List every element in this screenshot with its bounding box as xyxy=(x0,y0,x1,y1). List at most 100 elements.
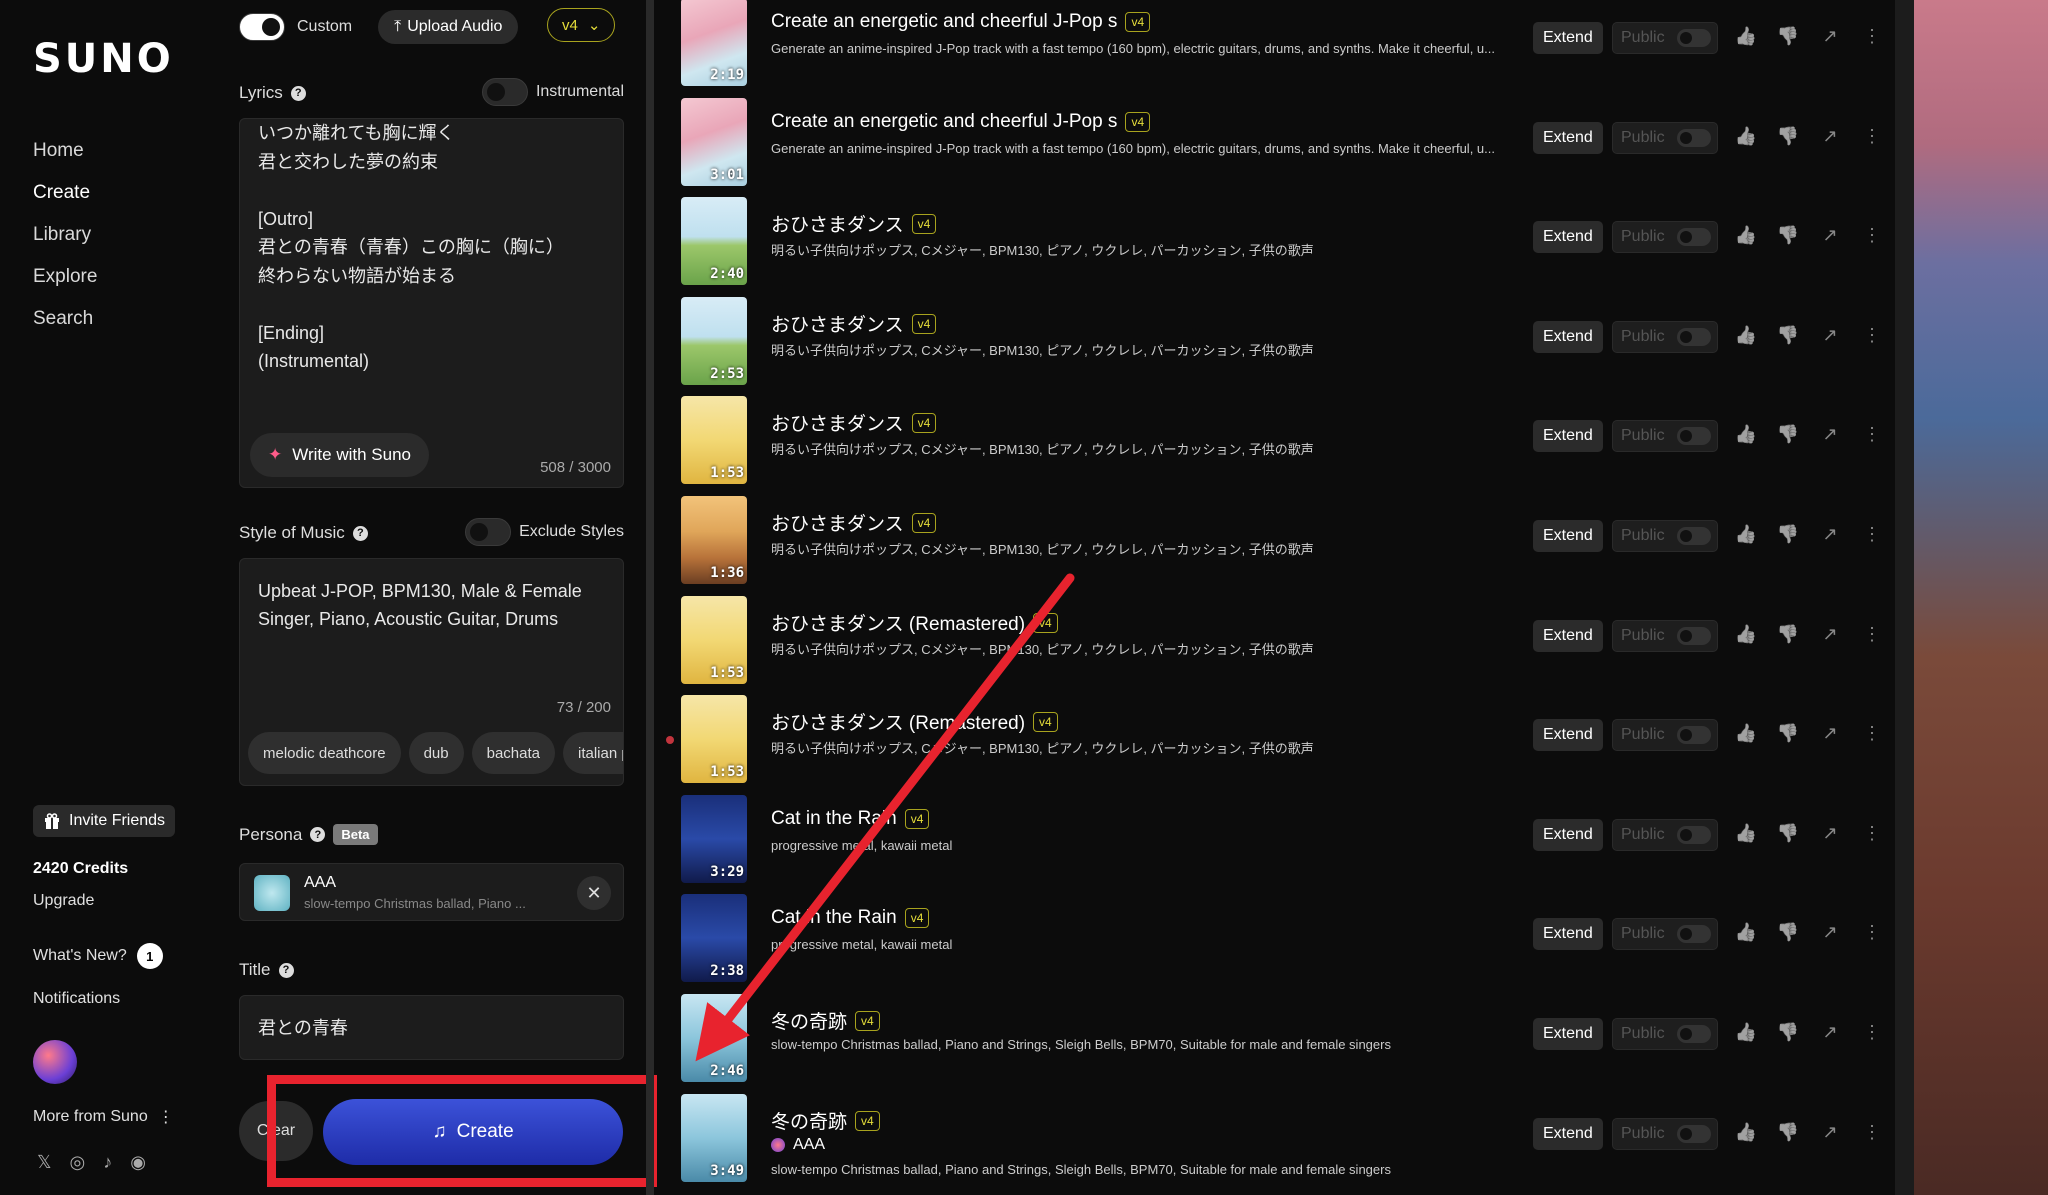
extend-button[interactable]: Extend xyxy=(1533,22,1603,54)
song-title[interactable]: Create an energetic and cheerful J-Pop s… xyxy=(771,111,1151,133)
upload-audio-button[interactable]: ⤒ Upload Audio xyxy=(378,10,519,44)
user-avatar[interactable] xyxy=(33,1040,77,1084)
dislike-icon[interactable]: 👎 xyxy=(1776,624,1800,645)
song-thumbnail[interactable]: 3:49 xyxy=(681,1094,747,1182)
write-with-suno-button[interactable]: ✦ Write with Suno xyxy=(250,433,429,477)
share-icon[interactable]: ↗ xyxy=(1818,424,1842,445)
public-toggle[interactable]: Public xyxy=(1612,1018,1718,1050)
public-toggle[interactable]: Public xyxy=(1612,620,1718,652)
public-switch[interactable] xyxy=(1676,627,1711,645)
extend-button[interactable]: Extend xyxy=(1533,122,1603,154)
song-row[interactable]: 3:29 Cat in the Rain v4 progressive metal, … xyxy=(680,793,1895,885)
like-icon[interactable]: 👍 xyxy=(1734,524,1758,545)
like-icon[interactable]: 👍 xyxy=(1734,225,1758,246)
style-text[interactable]: Upbeat J-POP, BPM130, Male & Female Sing… xyxy=(258,577,598,633)
like-icon[interactable]: 👍 xyxy=(1734,823,1758,844)
panel-divider[interactable] xyxy=(646,0,654,1195)
share-icon[interactable]: ↗ xyxy=(1818,325,1842,346)
song-thumbnail[interactable]: 3:29 xyxy=(681,795,747,883)
nav-search[interactable]: Search xyxy=(33,304,97,346)
song-title[interactable]: おひさまダンス v4 xyxy=(771,409,937,436)
dislike-icon[interactable]: 👎 xyxy=(1776,823,1800,844)
song-thumbnail[interactable]: 1:53 xyxy=(681,396,747,484)
song-thumbnail[interactable]: 2:40 xyxy=(681,197,747,285)
share-icon[interactable]: ↗ xyxy=(1818,723,1842,744)
more-vertical-icon[interactable]: ⋮ xyxy=(1860,524,1884,545)
dislike-icon[interactable]: 👎 xyxy=(1776,26,1800,47)
song-row[interactable]: 3:49 冬の奇跡 v4 AAA slow-tempo Christmas ballad… xyxy=(680,1092,1895,1184)
instagram-icon[interactable]: ◎ xyxy=(70,1152,86,1173)
persona-selector[interactable]: AAA slow-tempo Christmas ballad, Piano .… xyxy=(239,863,624,921)
nav-create[interactable]: Create xyxy=(33,178,97,220)
song-title[interactable]: おひさまダンス (Remastered) v4 xyxy=(771,708,1058,735)
like-icon[interactable]: 👍 xyxy=(1734,424,1758,445)
extend-button[interactable]: Extend xyxy=(1533,221,1603,253)
public-toggle[interactable]: Public xyxy=(1612,420,1718,452)
like-icon[interactable]: 👍 xyxy=(1734,325,1758,346)
public-switch[interactable] xyxy=(1676,726,1711,744)
public-switch[interactable] xyxy=(1676,826,1711,844)
like-icon[interactable]: 👍 xyxy=(1734,922,1758,943)
song-row[interactable]: 2:46 冬の奇跡 v4 slow-tempo Christmas ballad, P… xyxy=(680,992,1895,1084)
more-vertical-icon[interactable]: ⋮ xyxy=(1860,126,1884,147)
public-toggle[interactable]: Public xyxy=(1612,221,1718,253)
title-value[interactable]: 君との青春 xyxy=(258,1014,348,1040)
share-icon[interactable]: ↗ xyxy=(1818,624,1842,645)
extend-button[interactable]: Extend xyxy=(1533,918,1603,950)
song-thumbnail[interactable]: 2:38 xyxy=(681,894,747,982)
extend-button[interactable]: Extend xyxy=(1533,520,1603,552)
custom-toggle[interactable] xyxy=(239,13,285,41)
song-title[interactable]: おひさまダンス (Remastered) v4 xyxy=(771,609,1058,636)
dislike-icon[interactable]: 👎 xyxy=(1776,225,1800,246)
song-row[interactable]: 2:38 Cat in the Rain v4 progressive metal, … xyxy=(680,892,1895,984)
public-switch[interactable] xyxy=(1676,1025,1711,1043)
create-button[interactable]: ♫ Create xyxy=(323,1099,623,1165)
dislike-icon[interactable]: 👎 xyxy=(1776,723,1800,744)
public-toggle[interactable]: Public xyxy=(1612,918,1718,950)
close-icon[interactable]: ✕ xyxy=(577,876,611,910)
song-thumbnail[interactable]: 2:46 xyxy=(681,994,747,1082)
like-icon[interactable]: 👍 xyxy=(1734,126,1758,147)
song-title[interactable]: 冬の奇跡 v4 xyxy=(771,1007,880,1034)
like-icon[interactable]: 👍 xyxy=(1734,723,1758,744)
more-vertical-icon[interactable]: ⋮ xyxy=(1860,325,1884,346)
song-thumbnail[interactable]: 3:01 xyxy=(681,98,747,186)
style-chip[interactable]: melodic deathcore xyxy=(248,732,401,774)
instrumental-toggle[interactable] xyxy=(481,78,528,106)
share-icon[interactable]: ↗ xyxy=(1818,1122,1842,1143)
more-vertical-icon[interactable]: ⋮ xyxy=(1860,922,1884,943)
tiktok-icon[interactable]: ♪ xyxy=(103,1152,112,1173)
like-icon[interactable]: 👍 xyxy=(1734,1122,1758,1143)
extend-button[interactable]: Extend xyxy=(1533,321,1603,353)
share-icon[interactable]: ↗ xyxy=(1818,922,1842,943)
song-row[interactable]: 1:53 おひさまダンス (Remastered) v4 明るい子供向けポップス, C… xyxy=(680,594,1895,686)
song-title[interactable]: Cat in the Rain v4 xyxy=(771,907,930,929)
style-chip[interactable]: dub xyxy=(408,732,464,774)
extend-button[interactable]: Extend xyxy=(1533,620,1603,652)
upgrade-link[interactable]: Upgrade xyxy=(33,892,94,910)
song-thumbnail[interactable]: 1:36 xyxy=(681,496,747,584)
dislike-icon[interactable]: 👎 xyxy=(1776,424,1800,445)
share-icon[interactable]: ↗ xyxy=(1818,225,1842,246)
song-title[interactable]: Cat in the Rain v4 xyxy=(771,808,930,830)
nav-explore[interactable]: Explore xyxy=(33,262,97,304)
song-row[interactable]: 2:40 おひさまダンス v4 明るい子供向けポップス, Cメジャー, BPM130,… xyxy=(680,195,1895,287)
title-input[interactable]: 君との青春 xyxy=(239,995,624,1060)
suno-logo[interactable]: SUNO xyxy=(33,36,174,82)
extend-button[interactable]: Extend xyxy=(1533,1018,1603,1050)
public-switch[interactable] xyxy=(1676,427,1711,445)
public-toggle[interactable]: Public xyxy=(1612,321,1718,353)
public-switch[interactable] xyxy=(1676,925,1711,943)
dislike-icon[interactable]: 👎 xyxy=(1776,922,1800,943)
more-vertical-icon[interactable]: ⋮ xyxy=(1860,1122,1884,1143)
extend-button[interactable]: Extend xyxy=(1533,420,1603,452)
extend-button[interactable]: Extend xyxy=(1533,819,1603,851)
public-toggle[interactable]: Public xyxy=(1612,122,1718,154)
discord-icon[interactable]: ◉ xyxy=(130,1152,146,1173)
song-row[interactable]: 3:01 Create an energetic and cheerful J-P… xyxy=(680,96,1895,188)
share-icon[interactable]: ↗ xyxy=(1818,823,1842,844)
share-icon[interactable]: ↗ xyxy=(1818,524,1842,545)
extend-button[interactable]: Extend xyxy=(1533,1118,1603,1150)
share-icon[interactable]: ↗ xyxy=(1818,1022,1842,1043)
help-icon[interactable]: ? xyxy=(290,85,306,101)
